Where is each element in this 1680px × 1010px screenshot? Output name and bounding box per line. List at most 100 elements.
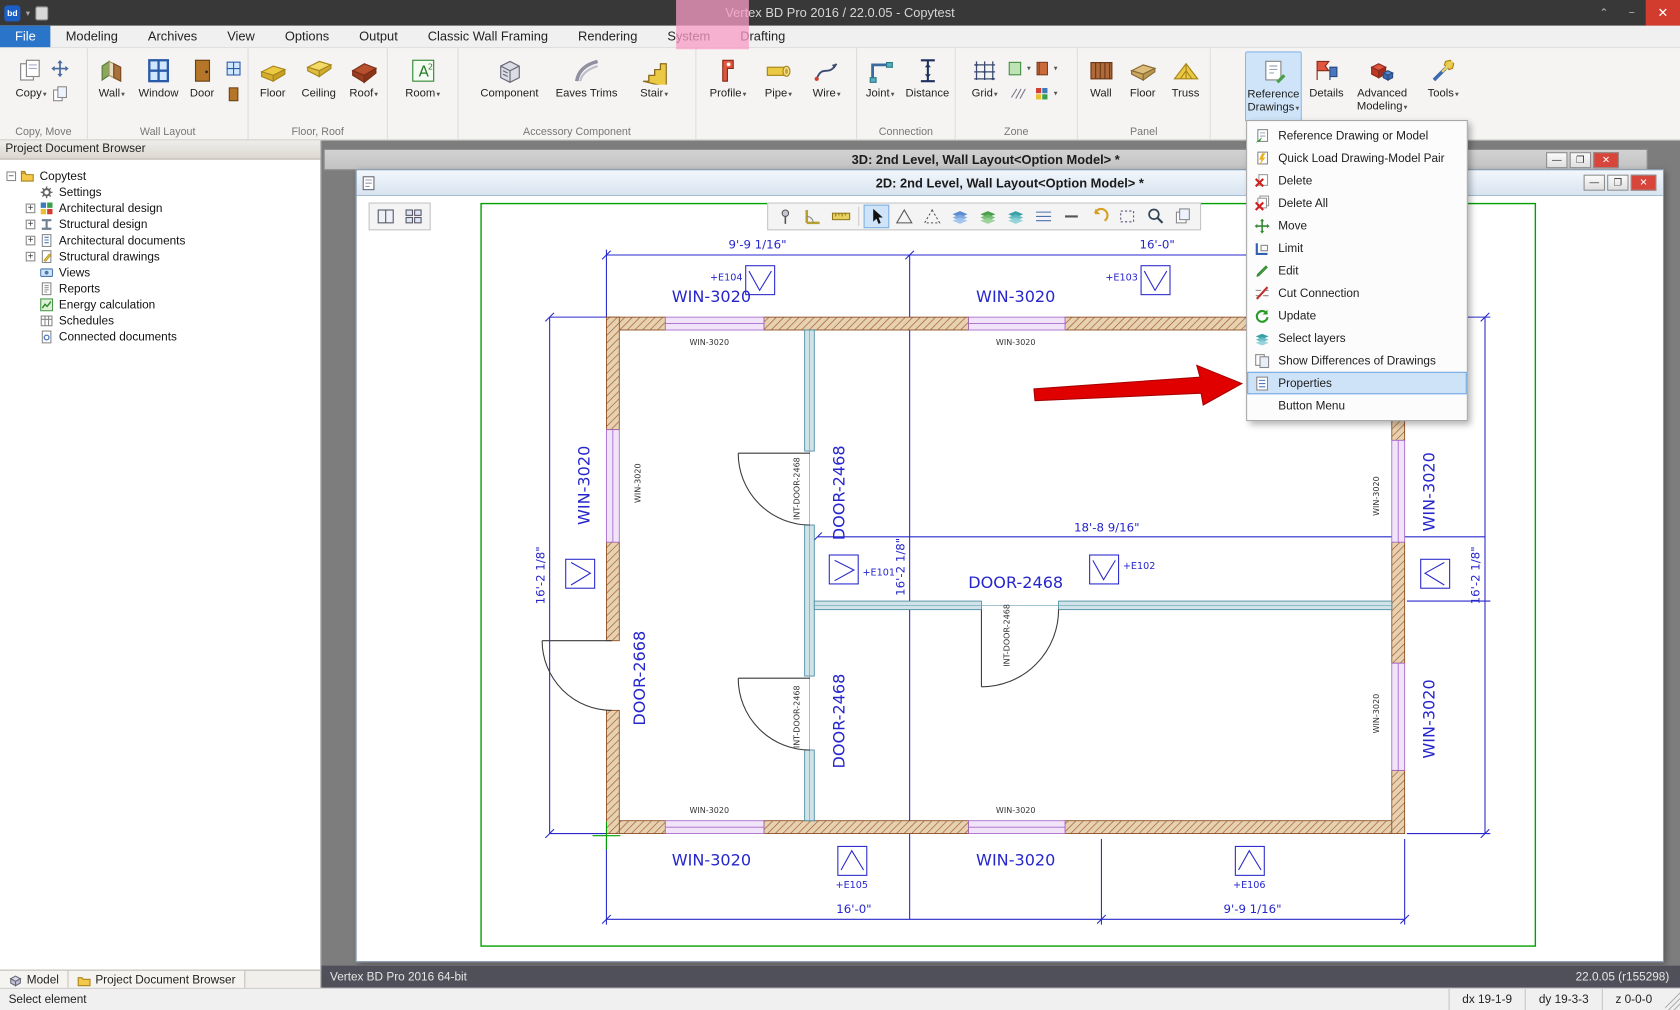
- menu-item-quick-load-drawing-model-pair[interactable]: Quick Load Drawing-Model Pair: [1247, 147, 1467, 170]
- front-restore-button[interactable]: ❐: [1607, 175, 1628, 191]
- door-small-icon[interactable]: [222, 84, 246, 105]
- menu-item-delete[interactable]: Delete: [1247, 169, 1467, 192]
- menu-item-show-differences-of-drawings[interactable]: Show Differences of Drawings: [1247, 349, 1467, 372]
- menu-item-edit[interactable]: Edit: [1247, 259, 1467, 282]
- panel-truss-button[interactable]: Truss: [1164, 51, 1207, 122]
- triangle-tool-icon[interactable]: [891, 205, 917, 229]
- front-close-button[interactable]: ✕: [1631, 175, 1657, 191]
- ceiling-button[interactable]: Ceiling: [295, 51, 342, 122]
- collapse-icon[interactable]: −: [6, 171, 16, 181]
- minimize-button[interactable]: −: [1618, 0, 1646, 26]
- copy-small-icon[interactable]: [48, 84, 72, 105]
- tree-item-structural-drawings[interactable]: + Structural drawings: [6, 249, 320, 265]
- back-close-button[interactable]: ✕: [1593, 152, 1619, 168]
- menu-item-properties[interactable]: Properties: [1247, 372, 1467, 395]
- zone-sheet-icon[interactable]: ▾: [1007, 58, 1031, 79]
- tree-item-reports[interactable]: Reports: [6, 281, 320, 297]
- zone-color-icon[interactable]: ▾: [1034, 83, 1058, 104]
- angle-measure-icon[interactable]: [800, 205, 826, 229]
- menu-item-reference-drawing-or-model[interactable]: Reference Drawing or Model: [1247, 124, 1467, 147]
- menu-options[interactable]: Options: [270, 26, 344, 47]
- collapse-ribbon-button[interactable]: ⌃: [1590, 0, 1618, 26]
- move-icon[interactable]: [48, 58, 72, 79]
- zone-hatch-icon[interactable]: [1007, 83, 1031, 104]
- expand-icon[interactable]: +: [26, 220, 36, 230]
- quick-access-caret-icon[interactable]: ▾: [26, 8, 30, 18]
- tools-button[interactable]: Tools▾: [1418, 51, 1469, 122]
- menu-archives[interactable]: Archives: [133, 26, 212, 47]
- layers-green-icon[interactable]: [975, 205, 1001, 229]
- expand-icon[interactable]: +: [26, 204, 36, 214]
- menu-rendering[interactable]: Rendering: [563, 26, 652, 47]
- tree-item-connected-documents[interactable]: Connected documents: [6, 329, 320, 345]
- eaves-trims-button[interactable]: Eaves Trims: [546, 51, 627, 122]
- tools-icon: [1428, 55, 1458, 87]
- menu-item-button-menu[interactable]: Button Menu: [1247, 394, 1467, 417]
- floor-button[interactable]: Floor: [251, 51, 294, 122]
- undo-icon[interactable]: [1086, 205, 1112, 229]
- paste-icon[interactable]: [35, 6, 48, 20]
- distance-button[interactable]: Distance: [902, 51, 952, 122]
- ruler-icon[interactable]: [828, 205, 854, 229]
- menu-file[interactable]: File: [0, 26, 51, 47]
- tree-root-copytest[interactable]: − Copytest: [6, 168, 320, 184]
- wire-button[interactable]: Wire▾: [803, 51, 850, 122]
- menu-modeling[interactable]: Modeling: [51, 26, 133, 47]
- tile-views-icon[interactable]: [401, 205, 426, 229]
- menu-output[interactable]: Output: [344, 26, 413, 47]
- triangle-dashed-icon[interactable]: [919, 205, 945, 229]
- close-button[interactable]: ✕: [1646, 0, 1680, 26]
- front-minimize-button[interactable]: —: [1584, 175, 1605, 191]
- menu-item-cut-connection[interactable]: Cut Connection: [1247, 282, 1467, 305]
- linestyle-icon[interactable]: [1031, 205, 1057, 229]
- layers-teal-icon[interactable]: [1003, 205, 1029, 229]
- tree-item-architectural-documents[interactable]: + Architectural documents: [6, 233, 320, 249]
- back-minimize-button[interactable]: —: [1546, 152, 1567, 168]
- joint-button[interactable]: Joint▾: [859, 51, 901, 122]
- layers-blue-icon[interactable]: [947, 205, 973, 229]
- grid-button[interactable]: Grid▾: [963, 51, 1006, 122]
- menu-classic-wall-framing[interactable]: Classic Wall Framing: [413, 26, 563, 47]
- panel-wall-button[interactable]: Wall: [1081, 51, 1122, 122]
- select-cursor-icon[interactable]: [864, 205, 890, 229]
- tree-item-settings[interactable]: Settings: [6, 184, 320, 200]
- tree-item-energy-calculation[interactable]: Energy calculation: [6, 297, 320, 313]
- tree-item-views[interactable]: Views: [6, 265, 320, 281]
- wall-button[interactable]: Wall▾: [90, 51, 134, 122]
- tree-item-structural-design[interactable]: + Structural design: [6, 216, 320, 232]
- pin-icon[interactable]: [773, 205, 799, 229]
- menu-view[interactable]: View: [212, 26, 270, 47]
- resize-grip[interactable]: [1665, 989, 1680, 1010]
- stair-button[interactable]: Stair▾: [628, 51, 679, 122]
- tree-item-schedules[interactable]: Schedules: [6, 313, 320, 329]
- pipe-button[interactable]: Pipe▾: [755, 51, 802, 122]
- menu-item-move[interactable]: Move: [1247, 214, 1467, 237]
- profile-button[interactable]: Profile▾: [702, 51, 753, 122]
- zone-book-icon[interactable]: ▾: [1034, 58, 1058, 79]
- copy-button[interactable]: Copy▾: [16, 51, 47, 122]
- marquee-select-icon[interactable]: [1114, 205, 1140, 229]
- window-button[interactable]: Window: [135, 51, 183, 122]
- door-button[interactable]: Door: [183, 51, 220, 122]
- tree-item-architectural-design[interactable]: + Architectural design: [6, 200, 320, 216]
- menu-item-update[interactable]: Update: [1247, 304, 1467, 327]
- dash-icon[interactable]: [1059, 205, 1085, 229]
- reference-drawings-button[interactable]: ReferenceDrawings▾: [1245, 51, 1302, 122]
- room-button[interactable]: A2 Room▾: [396, 51, 450, 122]
- menu-item-delete-all[interactable]: Delete All: [1247, 192, 1467, 215]
- menu-item-select-layers[interactable]: Select layers: [1247, 327, 1467, 350]
- component-button[interactable]: Component: [474, 51, 545, 122]
- mdi-canvas[interactable]: 3D: 2nd Level, Wall Layout<Option Model>…: [321, 140, 1680, 965]
- expand-icon[interactable]: +: [26, 252, 36, 262]
- pages-icon[interactable]: [1170, 205, 1196, 229]
- expand-icon[interactable]: +: [26, 236, 36, 246]
- menu-item-limit[interactable]: Limit: [1247, 237, 1467, 260]
- panel-floor-button[interactable]: Floor: [1122, 51, 1163, 122]
- advanced-modeling-button[interactable]: AdvancedModeling▾: [1351, 51, 1413, 122]
- window-small-icon[interactable]: [222, 58, 246, 79]
- single-view-icon[interactable]: [373, 205, 398, 229]
- details-button[interactable]: Details: [1306, 51, 1347, 122]
- roof-button[interactable]: Roof▾: [343, 51, 384, 122]
- back-restore-button[interactable]: ❐: [1570, 152, 1591, 168]
- zoom-icon[interactable]: [1142, 205, 1168, 229]
